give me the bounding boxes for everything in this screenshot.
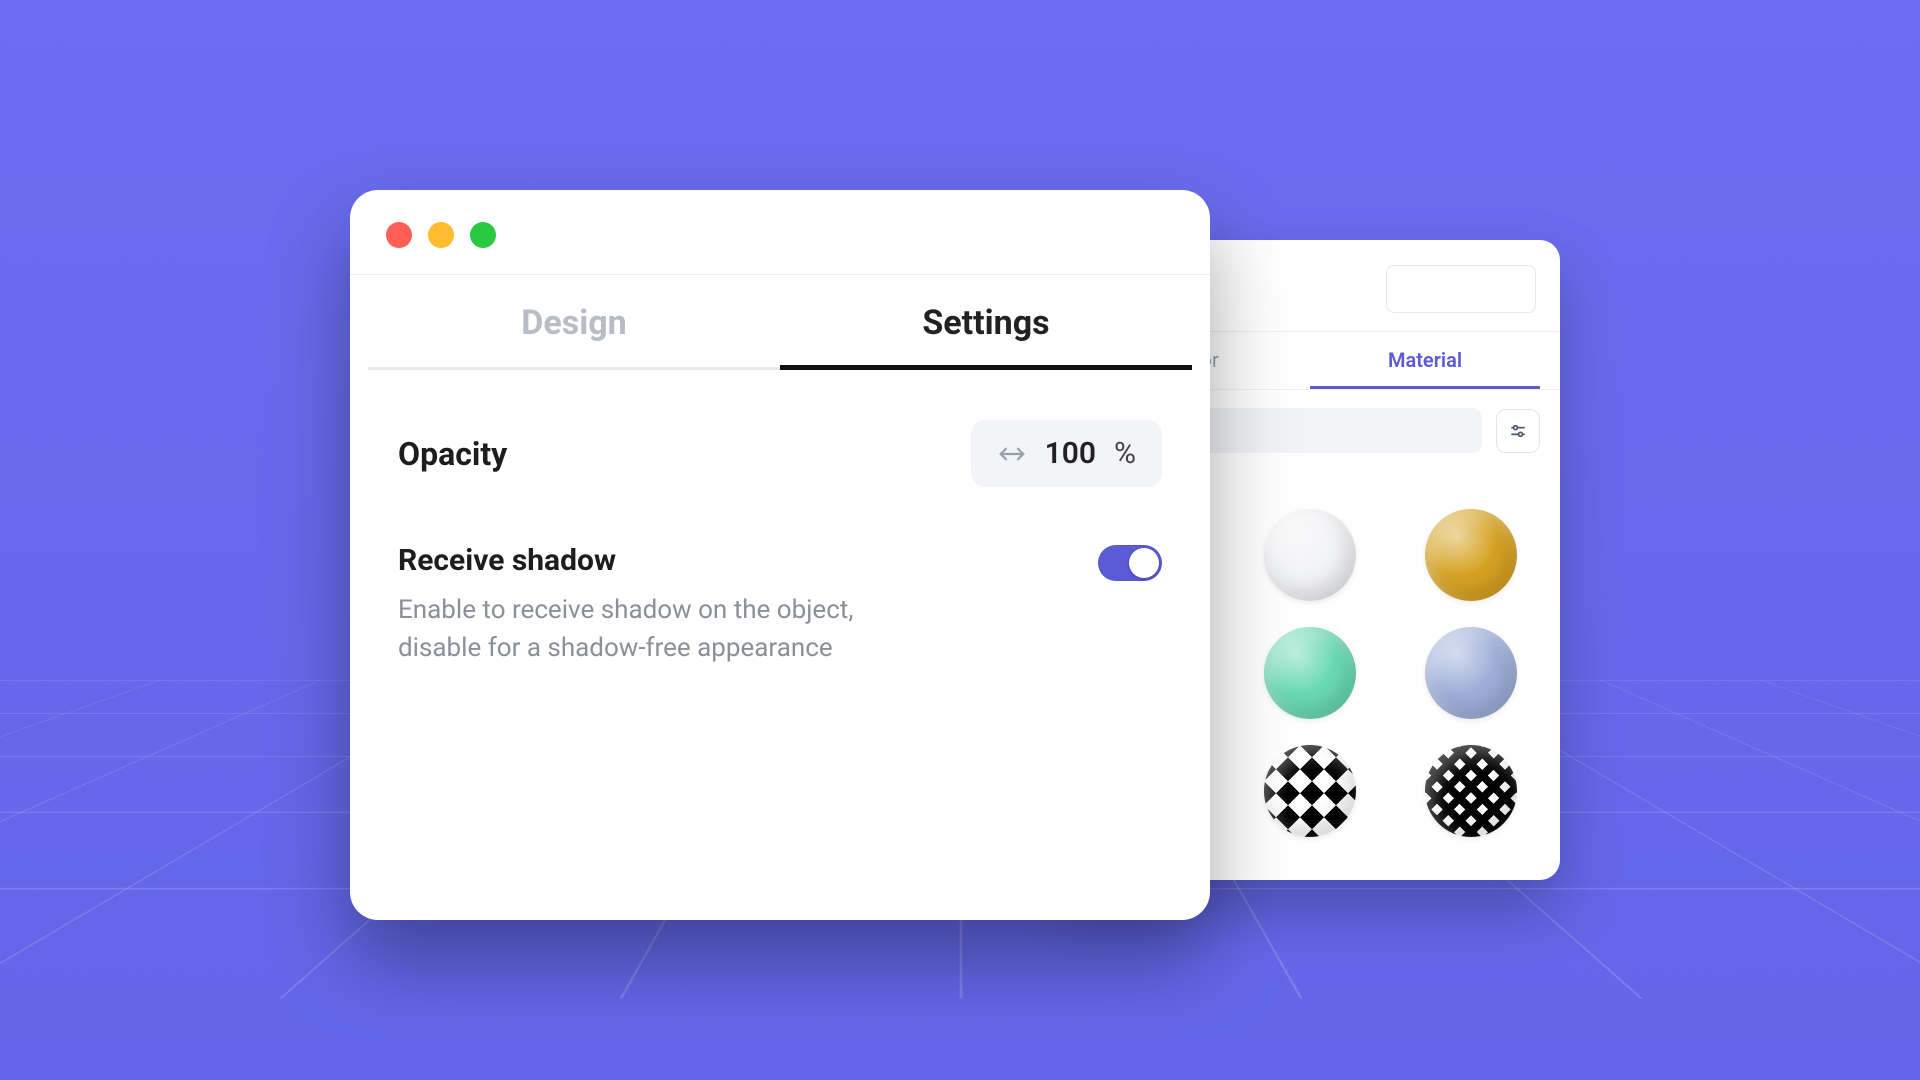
receive-shadow-label: Receive shadow — [398, 543, 918, 578]
toggle-knob — [1129, 548, 1159, 578]
opacity-value: 100 — [1045, 436, 1096, 471]
window-close[interactable] — [386, 222, 412, 248]
tab-material[interactable]: Material — [1310, 332, 1540, 389]
receive-shadow-description: Enable to receive shadow on the object, … — [398, 592, 918, 667]
swatch-mustard[interactable] — [1425, 509, 1517, 601]
swatch-periwinkle[interactable] — [1425, 627, 1517, 719]
window-controls — [350, 190, 1210, 274]
swatch-chevron-bw[interactable] — [1425, 745, 1517, 837]
resize-horizontal-icon — [997, 444, 1027, 464]
material-topbar-field[interactable] — [1386, 265, 1536, 313]
receive-shadow-toggle[interactable] — [1098, 545, 1162, 581]
main-tabs: Design Settings — [350, 275, 1210, 370]
tab-design[interactable]: Design — [368, 275, 780, 370]
sliders-icon — [1508, 421, 1528, 441]
swatch-mint[interactable] — [1264, 627, 1356, 719]
filter-button[interactable] — [1496, 409, 1540, 453]
tab-settings[interactable]: Settings — [780, 275, 1192, 370]
window-zoom[interactable] — [470, 222, 496, 248]
settings-panel: Design Settings Opacity 100 % Receive sh… — [350, 190, 1210, 920]
swatch-houndstooth[interactable] — [1264, 745, 1356, 837]
opacity-unit: % — [1114, 436, 1136, 471]
opacity-label: Opacity — [398, 435, 507, 473]
opacity-input[interactable]: 100 % — [971, 420, 1162, 487]
window-minimize[interactable] — [428, 222, 454, 248]
swatch-white-knit[interactable] — [1264, 509, 1356, 601]
